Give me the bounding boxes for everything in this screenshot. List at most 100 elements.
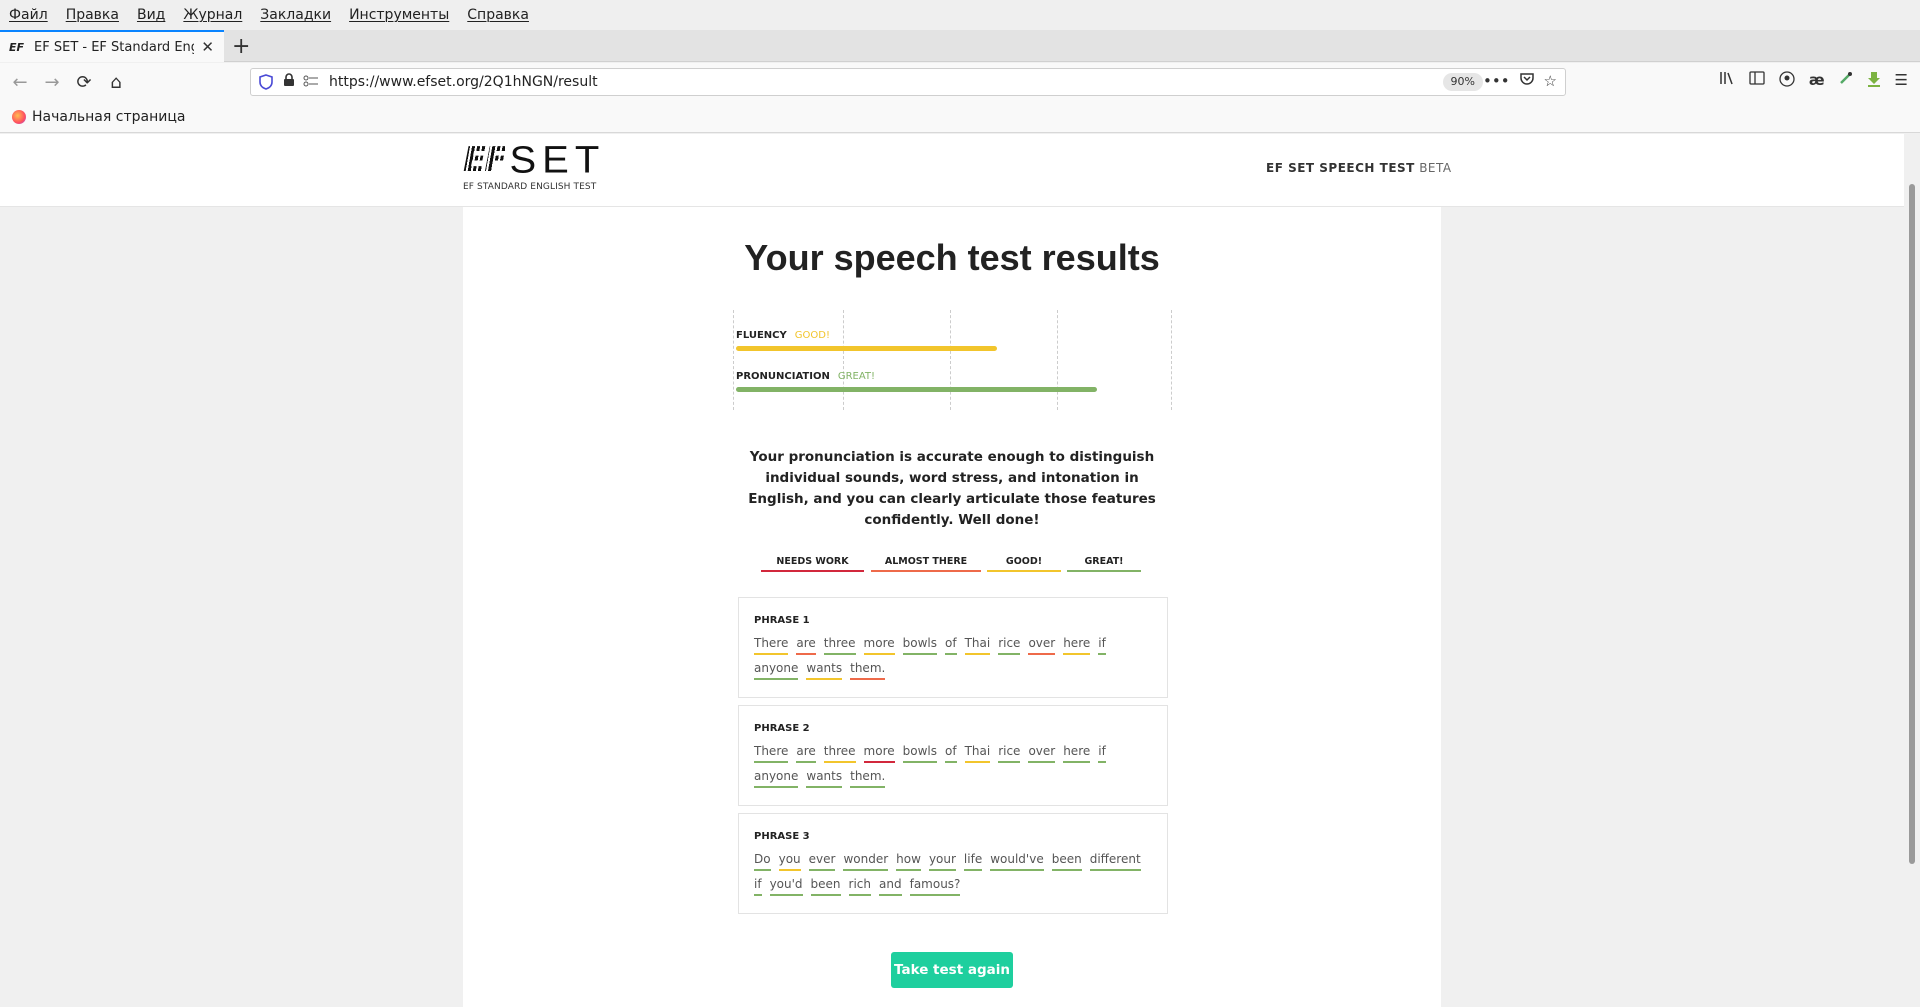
lock-icon[interactable] (283, 73, 295, 91)
menu-file[interactable]: Файл (9, 7, 48, 23)
metric-rating: GOOD! (794, 330, 830, 341)
menu-tools[interactable]: Инструменты (349, 7, 449, 23)
more-actions-icon[interactable]: ••• (1483, 72, 1510, 90)
phrase-word[interactable]: are (796, 635, 816, 655)
close-icon[interactable]: ✕ (201, 38, 214, 56)
fluency-bar (736, 346, 997, 351)
phrase-word[interactable]: your (928, 851, 956, 871)
scores-chart: FLUENCY GOOD! PRONUNCIATION GREAT! (733, 310, 1173, 410)
page-title: Your speech test results (744, 237, 1160, 278)
phrase-word[interactable]: rice (998, 635, 1021, 655)
phrase-word[interactable]: more (863, 743, 895, 763)
phrase-word[interactable]: wants (806, 768, 843, 788)
home-icon[interactable]: ⌂ (104, 70, 128, 94)
menu-bar: Файл Правка Вид Журнал Закладки Инструме… (0, 0, 1920, 30)
menu-edit[interactable]: Правка (66, 7, 119, 23)
firefox-icon (12, 109, 26, 124)
phrase-word[interactable]: and (879, 876, 902, 896)
phrase-word[interactable]: if (1098, 635, 1106, 655)
score-legend: NEEDS WORK ALMOST THERE GOOD! GREAT! (761, 556, 1161, 576)
logo-set-text: SET (509, 138, 606, 181)
tab-bar: EF EF SET - EF Standard Englis ✕ + (0, 30, 1920, 62)
phrase-word[interactable]: been (810, 876, 841, 896)
legend-needs-work: NEEDS WORK (761, 556, 864, 572)
chart-gridline (843, 310, 844, 410)
forward-icon[interactable]: → (40, 70, 64, 94)
phrase-word[interactable]: here (1063, 743, 1091, 763)
phrase-word[interactable]: famous? (909, 876, 961, 896)
permissions-icon[interactable] (303, 75, 319, 90)
phrase-word[interactable]: different (1089, 851, 1141, 871)
tracking-shield-icon[interactable] (259, 74, 273, 90)
phrase-word[interactable]: rich (848, 876, 872, 896)
menu-history[interactable]: Журнал (183, 7, 242, 23)
phrase-word[interactable]: would've (990, 851, 1044, 871)
url-bar[interactable]: https://www.efset.org/2Q1hNGN/result 90%… (250, 68, 1566, 96)
phrase-word[interactable]: are (796, 743, 816, 763)
phrase-word[interactable]: here (1063, 635, 1091, 655)
efset-logo[interactable]: EF SET EF STANDARD ENGLISH TEST (463, 138, 606, 192)
take-test-again-button[interactable]: Take test again (891, 952, 1013, 988)
back-icon[interactable]: ← (8, 70, 32, 94)
download-extension-icon[interactable] (1867, 71, 1881, 91)
library-icon[interactable] (1719, 71, 1735, 91)
metric-name: PRONUNCIATION (736, 371, 830, 382)
phrase-word[interactable]: over (1028, 635, 1056, 655)
phrase-word[interactable]: how (896, 851, 921, 871)
phrase-word[interactable]: ever (808, 851, 836, 871)
phrase-word[interactable]: anyone (754, 660, 799, 680)
menu-help[interactable]: Справка (467, 7, 529, 23)
phrase-word[interactable]: them. (850, 768, 886, 788)
pocket-icon[interactable] (1519, 72, 1534, 90)
phrase-word[interactable]: them. (850, 660, 886, 680)
phrase-word[interactable]: Thai (964, 743, 991, 763)
new-tab-button[interactable]: + (232, 34, 250, 59)
phrase-word[interactable]: wants (806, 660, 843, 680)
phrase-word[interactable]: you (778, 851, 801, 871)
reload-icon[interactable]: ⟳ (72, 70, 96, 94)
phrase-word[interactable]: over (1028, 743, 1056, 763)
phrase-word[interactable]: bowls (902, 635, 937, 655)
phrase-word[interactable]: if (1098, 743, 1106, 763)
bookmark-home-page[interactable]: Начальная страница (32, 109, 185, 125)
phrase-word[interactable]: if (754, 876, 762, 896)
browser-tab[interactable]: EF EF SET - EF Standard Englis ✕ (0, 30, 224, 62)
chart-gridline (733, 310, 734, 410)
chart-gridline (1171, 310, 1172, 410)
eyedropper-icon[interactable] (1839, 71, 1853, 91)
phrase-word[interactable]: There (754, 743, 789, 763)
phrase-word[interactable]: of (944, 635, 957, 655)
url-actions: ••• ☆ (1483, 72, 1557, 90)
phrase-word[interactable]: wonder (843, 851, 889, 871)
phrase-word[interactable]: more (863, 635, 895, 655)
metric-name: FLUENCY (736, 330, 787, 341)
phrase-word[interactable]: of (944, 743, 957, 763)
menu-bookmarks[interactable]: Закладки (260, 7, 331, 23)
header-product-name: EF SET SPEECH TEST BETA (1266, 161, 1452, 175)
phrase-word[interactable]: Thai (964, 635, 991, 655)
phrase-word[interactable]: three (823, 743, 856, 763)
phrase-word[interactable]: you'd (769, 876, 803, 896)
page-scrollbar[interactable] (1904, 134, 1920, 1007)
phrase-word[interactable]: been (1051, 851, 1082, 871)
hamburger-menu-icon[interactable]: ☰ (1895, 71, 1908, 91)
account-icon[interactable] (1779, 71, 1795, 91)
phrase-word[interactable]: Do (754, 851, 771, 871)
legend-almost-there: ALMOST THERE (871, 556, 981, 572)
ae-extension-icon[interactable]: æ (1809, 71, 1825, 91)
phrase-word[interactable]: three (823, 635, 856, 655)
zoom-indicator[interactable]: 90% (1442, 73, 1483, 91)
sidebar-icon[interactable] (1749, 71, 1765, 91)
phrase-word[interactable]: life (963, 851, 983, 871)
phrase-word[interactable]: rice (998, 743, 1021, 763)
scrollbar-thumb[interactable] (1909, 184, 1915, 864)
url-text[interactable]: https://www.efset.org/2Q1hNGN/result (329, 74, 598, 90)
phrase-word[interactable]: There (754, 635, 789, 655)
menu-view[interactable]: Вид (137, 7, 165, 23)
phrase-word[interactable]: bowls (902, 743, 937, 763)
phrase-word[interactable]: anyone (754, 768, 799, 788)
logo-subtitle: EF STANDARD ENGLISH TEST (463, 182, 597, 192)
metric-rating: GREAT! (837, 371, 876, 382)
phrase-card-2: PHRASE 2 There are three more bowls of Thai ric… (738, 705, 1168, 806)
bookmark-star-icon[interactable]: ☆ (1544, 72, 1557, 90)
